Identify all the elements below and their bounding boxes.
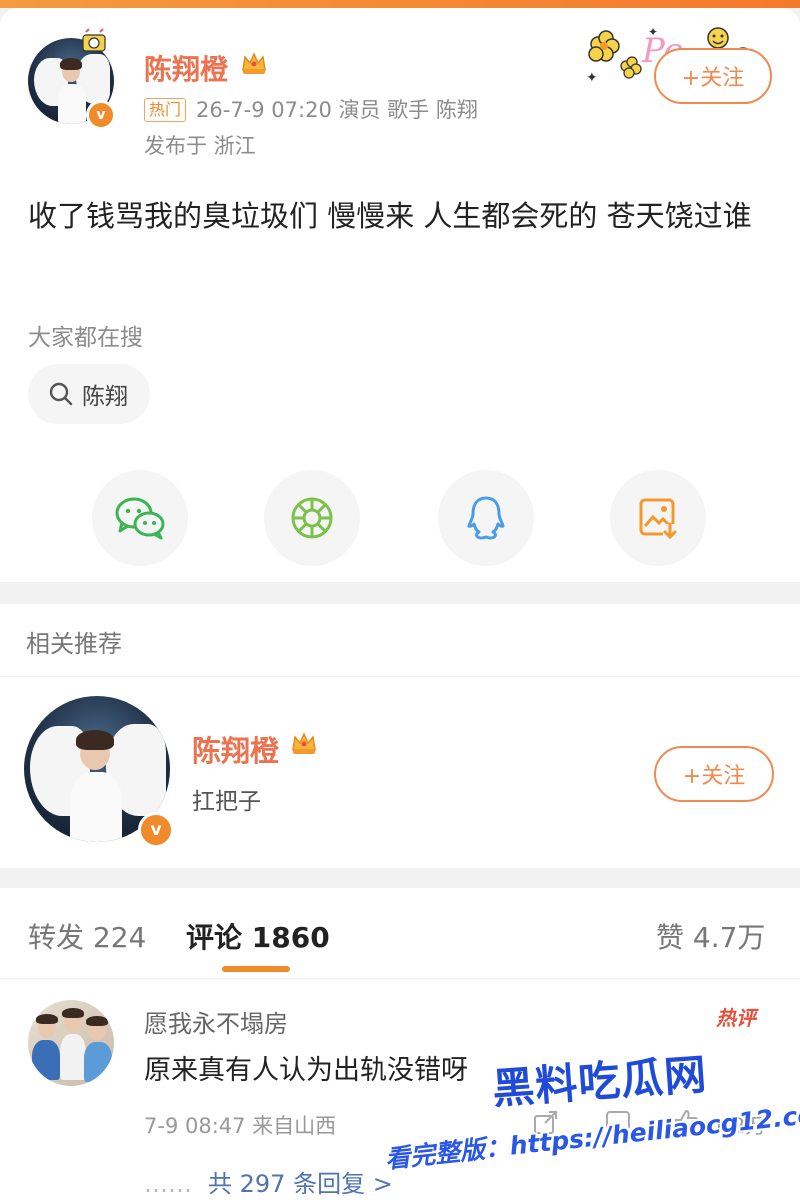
search-icon <box>49 382 73 406</box>
commenter-name[interactable]: 愿我永不塌房 <box>144 1004 288 1039</box>
verified-badge-icon: v <box>138 812 174 848</box>
top-accent-strip <box>0 0 800 8</box>
search-chip-label: 陈翔 <box>82 384 128 410</box>
wechat-icon <box>115 497 165 540</box>
post-time-and-tags: 26-7-9 07:20 演员 歌手 陈翔 <box>196 98 478 122</box>
hot-tag: 热门 <box>144 98 187 122</box>
section-gap <box>0 582 800 604</box>
follow-button[interactable]: +关注 <box>654 48 772 104</box>
comment-meta: 7-9 08:47 来自山西 <box>144 1114 337 1138</box>
comment-text: 原来真有人认为出轨没错呀 <box>144 1055 468 1086</box>
author-name[interactable]: 陈翔橙 <box>144 48 228 88</box>
crown-icon <box>292 732 316 754</box>
share-moments-button[interactable] <box>264 470 360 566</box>
recommendation-title: 相关推荐 <box>26 630 122 658</box>
recommended-follow-button[interactable]: +关注 <box>654 746 774 802</box>
save-image-icon <box>639 498 677 540</box>
search-section-title: 大家都在搜 <box>28 325 143 351</box>
divider <box>0 676 800 677</box>
camera-decoration-icon <box>82 28 106 52</box>
share-qq-button[interactable] <box>438 470 534 566</box>
post-meta: 热门 26-7-9 07:20 演员 歌手 陈翔 <box>144 94 478 124</box>
share-wechat-button[interactable] <box>92 470 188 566</box>
replies-count: 共 297 条回复 > <box>208 1170 393 1198</box>
hot-comment-badge: 热评 <box>716 1006 756 1030</box>
verified-badge-icon: v <box>86 100 116 130</box>
crown-icon <box>242 52 266 74</box>
section-gap <box>0 868 800 888</box>
post-content: 收了钱骂我的臭垃圾们 慢慢来 人生都会死的 苍天饶过谁 <box>28 199 752 233</box>
comment-tab[interactable]: 评论 1860 <box>186 916 330 956</box>
recommended-name[interactable]: 陈翔橙 <box>192 728 279 770</box>
post-location: 发布于 浙江 <box>144 134 256 158</box>
like-tab[interactable]: 赞 4.7万 <box>656 916 765 956</box>
view-replies-link[interactable]: …… 共 297 条回复 > <box>144 1164 393 1199</box>
divider <box>0 978 800 979</box>
commenter-avatar[interactable] <box>28 1000 114 1086</box>
recommendation-card: 相关推荐 v 陈翔橙 扛把子 +关注 <box>0 604 800 868</box>
svg-text:✦: ✦ <box>586 70 598 86</box>
active-tab-indicator <box>222 966 290 972</box>
svg-text:✦: ✦ <box>648 25 658 39</box>
search-chip[interactable]: 陈翔 <box>28 364 150 424</box>
replies-dots: …… <box>144 1170 192 1198</box>
repost-tab[interactable]: 转发 224 <box>28 916 146 956</box>
share-save-image-button[interactable] <box>610 470 706 566</box>
recommended-subtitle: 扛把子 <box>192 789 261 815</box>
post-card: Pe ✦ ✦ v 陈翔橙 +关注 热门 26-7-9 07:20 演员 歌手 陈翔… <box>0 8 800 582</box>
qq-icon <box>467 496 505 540</box>
moments-icon <box>291 497 333 539</box>
